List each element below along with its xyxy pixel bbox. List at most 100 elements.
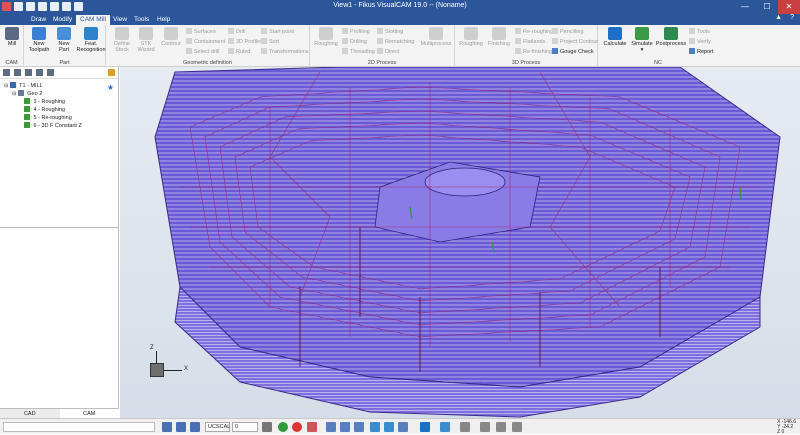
close-button[interactable]: ✕ [778,0,800,14]
tab-tools[interactable]: Tools [130,15,153,25]
zoom-icon[interactable] [326,422,336,432]
tree-node-tool[interactable]: ⊟ T1 - MILL [4,82,43,89]
project-contour-button[interactable]: Project Contour [552,38,598,45]
gouge-check-button[interactable]: Gouge Check [552,48,594,55]
view-cube-icon[interactable] [150,363,164,377]
containment-icon [186,38,192,44]
help-icon[interactable]: ? [790,14,794,21]
tree-toolbar [0,67,118,79]
verify-button[interactable]: Verify [689,38,711,45]
3d-viewport[interactable]: Z X [120,66,800,418]
maximize-button[interactable]: ☐ [756,0,778,14]
ruled-button[interactable]: Ruled [228,48,250,55]
zoom-window-icon[interactable] [340,422,350,432]
flatlands-button[interactable]: Flatlands [515,38,545,45]
3d-roughing-button[interactable]: Roughing [457,27,485,47]
threading-button[interactable]: Threading [342,48,375,55]
calculate-button[interactable]: Calculate [600,27,630,47]
2d-roughing-button[interactable]: Roughing [312,27,340,47]
multiprocess-button[interactable]: Multiprocess [418,27,454,47]
surfaces-button[interactable]: Surfaces [186,28,216,35]
mill-icon [5,27,19,40]
define-stock-icon [115,27,129,40]
check-icon[interactable] [278,422,288,432]
feat-recognition-button[interactable]: Feat. Recognition [76,27,106,53]
view-icon[interactable] [398,422,408,432]
collapse-icon[interactable]: ⊟ [4,83,8,89]
collapse-icon[interactable]: ⊟ [12,91,16,97]
minimize-button[interactable]: — [734,0,756,14]
define-stock-button[interactable]: Define Stock [110,27,134,53]
profiling-icon [342,28,348,34]
tree-node-geometry[interactable]: ⊟ Geo 2 [12,90,42,97]
report-button[interactable]: Report [689,48,714,55]
coordinate-readout: X -146.6 Y -24.2 Z 0 [777,419,796,435]
tab-cam[interactable]: CAM [59,409,119,418]
tree-node-operation[interactable]: 4 - Roughing [24,106,65,113]
rotate-icon[interactable] [370,422,380,432]
settings-icon[interactable] [47,69,54,76]
tools-button[interactable]: Tools [689,28,710,35]
simulate-button[interactable]: Simulate ▾ [629,27,655,53]
tab-help[interactable]: Help [153,15,174,25]
circle-snap-icon[interactable] [480,422,490,432]
tool-library-icon[interactable] [14,69,21,76]
measure-icon[interactable] [512,422,522,432]
snap-icon[interactable] [460,422,470,432]
tree-node-operation[interactable]: 5 - Re-roughing [24,114,72,121]
new-part-button[interactable]: New Part [53,27,75,53]
pin-icon[interactable] [108,69,115,76]
sort-button[interactable]: Sort [261,38,279,45]
zoom-extents-icon[interactable] [354,422,364,432]
group-part: New Toolpath New Part Feat. Recognition … [24,25,106,67]
re-finishing-button[interactable]: Re-finishing [515,48,552,55]
pan-icon[interactable] [384,422,394,432]
tab-draw[interactable]: Draw [27,15,50,25]
shading-icon[interactable] [420,422,430,432]
value-select[interactable]: 0 [232,422,258,432]
view-layout-icon[interactable] [162,422,172,432]
view-layout-icon[interactable] [190,422,200,432]
mill-button[interactable]: Mill [3,27,21,47]
machine-icon[interactable] [3,69,10,76]
operations-icon[interactable] [36,69,43,76]
new-toolpath-button[interactable]: New Toolpath [26,27,52,53]
finishing-button[interactable]: Finishing [485,27,513,47]
ucs-select[interactable]: UCSCAL [205,422,230,432]
drilling-button[interactable]: Drilling [342,38,367,45]
re-roughing-button[interactable]: Re-roughing [515,28,553,35]
tab-view[interactable]: View [109,15,131,25]
direct-button[interactable]: Direct [377,48,399,55]
tree-node-operation[interactable]: 6 - 3D F Constant Z [24,122,82,129]
star-icon[interactable]: ★ [107,83,114,92]
slotting-button[interactable]: Slotting [377,28,403,35]
tab-cad[interactable]: CAD [0,409,60,418]
drill-button[interactable]: Drill [228,28,245,35]
ribbon-collapse-icon[interactable]: ▲ [775,14,782,21]
3d-profiles-button[interactable]: 3D Profiles [228,38,263,45]
contour-button[interactable]: Contour [159,27,183,47]
stop-icon[interactable] [292,422,302,432]
transformations-button[interactable]: Transformations [261,48,309,55]
containment-button[interactable]: Containment [186,38,225,45]
postprocess-button[interactable]: Postprocess [655,27,687,47]
rematching-button[interactable]: Rematching [377,38,414,45]
tab-modify[interactable]: Modify [49,15,76,25]
command-input[interactable] [3,422,155,432]
display-icon[interactable] [440,422,450,432]
contour-icon [164,27,178,40]
settings-icon[interactable] [496,422,506,432]
view-layout-icon[interactable] [176,422,186,432]
profiling-button[interactable]: Profiling [342,28,370,35]
start-point-button[interactable]: Start point [261,28,294,35]
stk-wizard-button[interactable]: STK Wizard [134,27,158,53]
simulate-dropdown-icon[interactable]: ▾ [629,47,655,53]
tab-cam-mill[interactable]: CAM Mill [76,15,110,25]
pencilling-button[interactable]: Pencilling [552,28,584,35]
stock-icon[interactable] [25,69,32,76]
tree-node-operation[interactable]: 3 - Roughing [24,98,65,105]
2d-roughing-icon [319,27,333,40]
select-drill-button[interactable]: Select drill [186,48,219,55]
cancel-icon[interactable] [307,422,317,432]
grid-icon[interactable] [262,422,272,432]
